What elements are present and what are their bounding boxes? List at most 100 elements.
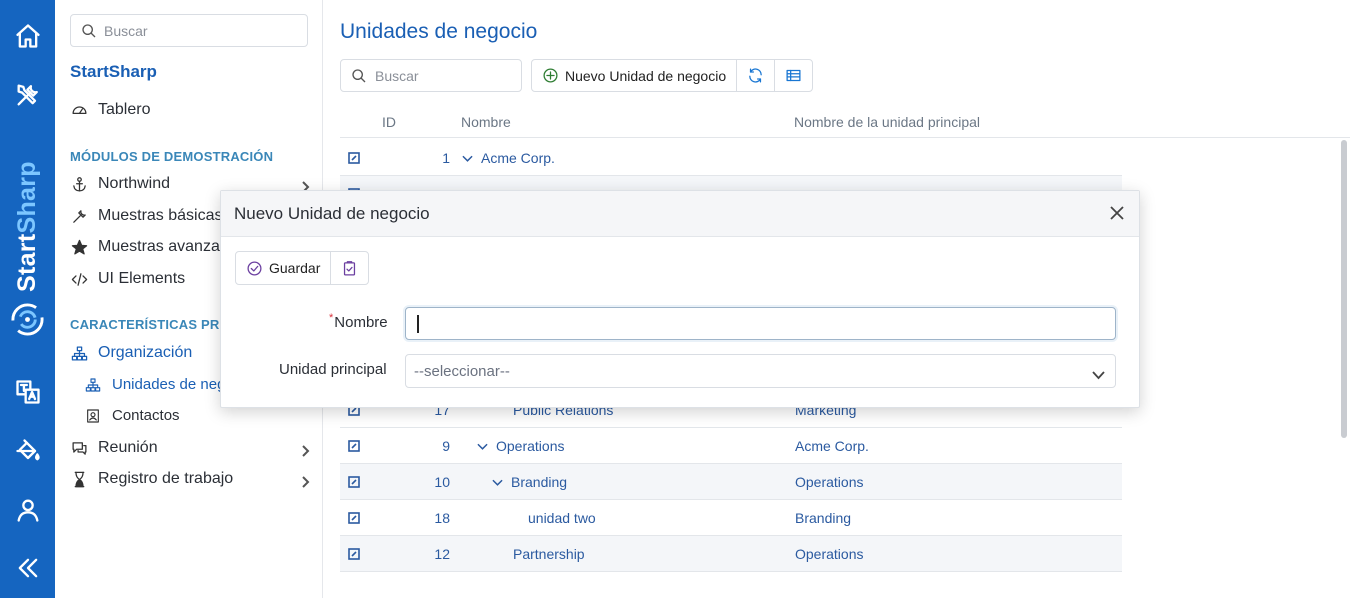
column-header-name[interactable]: Nombre	[461, 114, 511, 130]
required-marker: *	[329, 312, 334, 324]
cell-id: 18	[434, 510, 450, 526]
brand-part-start: Start	[13, 233, 41, 292]
brand-logo: StartSharp	[0, 134, 55, 344]
paint-bucket-icon[interactable]	[10, 433, 45, 468]
new-business-unit-dialog: Nuevo Unidad de negocio Guardar *Nombre …	[220, 190, 1140, 408]
sidebar-item-label: Tablero	[98, 101, 151, 118]
cell-name[interactable]: Operations	[477, 438, 564, 454]
plus-circle-icon	[543, 68, 558, 83]
sidebar-item-label: Contactos	[112, 407, 180, 424]
brand-part-sharp: Sharp	[13, 161, 41, 234]
sidebar-search[interactable]	[70, 14, 308, 47]
hourglass-icon	[70, 470, 88, 488]
cell-name[interactable]: unidad two	[528, 510, 596, 526]
edit-icon[interactable]	[348, 511, 360, 524]
cell-name[interactable]: Branding	[492, 474, 567, 490]
parent-unit-field-label: Unidad principal	[279, 361, 387, 378]
sidebar-item-dashboard[interactable]: Tablero	[70, 101, 150, 119]
chevron-right-icon[interactable]	[299, 444, 311, 457]
org-chart-icon	[70, 344, 88, 362]
home-icon[interactable]	[10, 18, 45, 53]
sidebar-item-ui-elements[interactable]: UI Elements	[70, 270, 185, 288]
table-row[interactable]: 12 Partnership Operations	[340, 536, 1122, 572]
grid-toolbar: Nuevo Unidad de negocio	[531, 59, 814, 92]
name-field-label: *Nombre	[329, 312, 388, 331]
new-business-unit-button[interactable]: Nuevo Unidad de negocio	[532, 60, 738, 91]
cell-parent: Operations	[795, 474, 864, 490]
chevron-down-icon[interactable]	[492, 477, 503, 488]
collapse-icon[interactable]	[10, 550, 45, 585]
app-title[interactable]: StartSharp	[70, 62, 157, 82]
edit-icon[interactable]	[348, 547, 360, 560]
tools-icon[interactable]	[10, 77, 45, 112]
edit-icon[interactable]	[348, 475, 360, 488]
save-button[interactable]: Guardar	[236, 252, 332, 284]
chevron-right-icon[interactable]	[299, 475, 311, 488]
sidebar-item-label: Northwind	[98, 175, 171, 192]
parent-unit-select[interactable]: --seleccionar--	[405, 354, 1116, 388]
name-input[interactable]	[406, 308, 1115, 339]
user-icon[interactable]	[10, 492, 45, 527]
wrench-icon	[70, 207, 88, 225]
section-heading-features: CARACTERÍSTICAS PRO	[70, 317, 230, 332]
save-button-label: Guardar	[269, 260, 321, 276]
sidebar-item-label: Organización	[98, 344, 193, 361]
cell-id: 10	[434, 474, 450, 490]
search-icon	[82, 23, 96, 37]
grid-search-input[interactable]	[375, 67, 515, 84]
sidebar-item-label: Registro de trabajo	[98, 470, 234, 487]
sidebar-item-organization[interactable]: Organización	[70, 344, 192, 362]
column-header-parent[interactable]: Nombre de la unidad principal	[794, 114, 980, 130]
translate-icon[interactable]	[10, 374, 45, 409]
cell-parent: Acme Corp.	[795, 438, 869, 454]
chevron-down-icon[interactable]	[477, 441, 488, 452]
sidebar-item-work-log[interactable]: Registro de trabajo	[70, 470, 233, 488]
cell-name[interactable]: Acme Corp.	[462, 150, 555, 166]
cell-id: 9	[442, 438, 450, 454]
sidebar-item-basic-samples[interactable]: Muestras básicas	[70, 207, 223, 225]
sidebar-search-input[interactable]	[104, 22, 294, 39]
close-icon[interactable]	[1109, 205, 1125, 221]
column-picker-button[interactable]	[775, 60, 812, 91]
contact-card-icon	[85, 408, 101, 424]
cell-name[interactable]: Partnership	[513, 546, 585, 562]
sidebar-item-label: Muestras básicas	[98, 207, 223, 224]
cell-parent: Branding	[795, 510, 852, 526]
sidebar-item-meeting[interactable]: Reunión	[70, 439, 158, 457]
sidebar-item-label: Reunión	[98, 439, 158, 456]
table-row[interactable]: 18 unidad two Branding	[340, 500, 1122, 536]
anchor-icon	[70, 175, 88, 193]
refresh-button[interactable]	[737, 60, 776, 91]
dialog-header: Nuevo Unidad de negocio	[221, 191, 1139, 237]
dialog-toolbar: Guardar	[235, 251, 370, 285]
grid-scrollbar[interactable]	[1341, 140, 1347, 438]
search-icon	[352, 68, 366, 82]
table-row[interactable]: 9 Operations Acme Corp.	[340, 428, 1122, 464]
clipboard-check-icon	[344, 260, 356, 276]
edit-icon[interactable]	[348, 151, 360, 164]
sidebar-item-northwind[interactable]: Northwind	[70, 175, 170, 193]
cell-id: 1	[442, 150, 450, 166]
chevron-down-icon[interactable]	[1092, 367, 1105, 380]
table-row[interactable]: 10 Branding Operations	[340, 464, 1122, 500]
column-header-id[interactable]: ID	[382, 114, 396, 130]
star-icon	[70, 238, 88, 256]
grid-search[interactable]	[340, 59, 522, 92]
code-icon	[70, 270, 88, 288]
speedometer-icon	[70, 101, 88, 119]
page-title: Unidades de negocio	[340, 20, 538, 43]
icon-rail: StartSharp	[0, 0, 55, 598]
new-button-label: Nuevo Unidad de negocio	[565, 67, 727, 84]
table-icon	[786, 69, 801, 82]
edit-icon[interactable]	[348, 439, 360, 452]
apply-changes-button[interactable]	[331, 252, 368, 284]
refresh-icon	[749, 68, 762, 83]
brand-swirl-icon	[11, 303, 44, 336]
cell-name-text: Operations	[496, 438, 565, 454]
chevron-down-icon[interactable]	[462, 153, 473, 164]
sidebar-item-contacts[interactable]: Contactos	[85, 407, 180, 424]
name-field[interactable]	[405, 307, 1116, 340]
chat-icon	[70, 439, 88, 457]
check-circle-icon	[247, 260, 262, 276]
table-row[interactable]: 1 Acme Corp.	[340, 140, 1122, 176]
